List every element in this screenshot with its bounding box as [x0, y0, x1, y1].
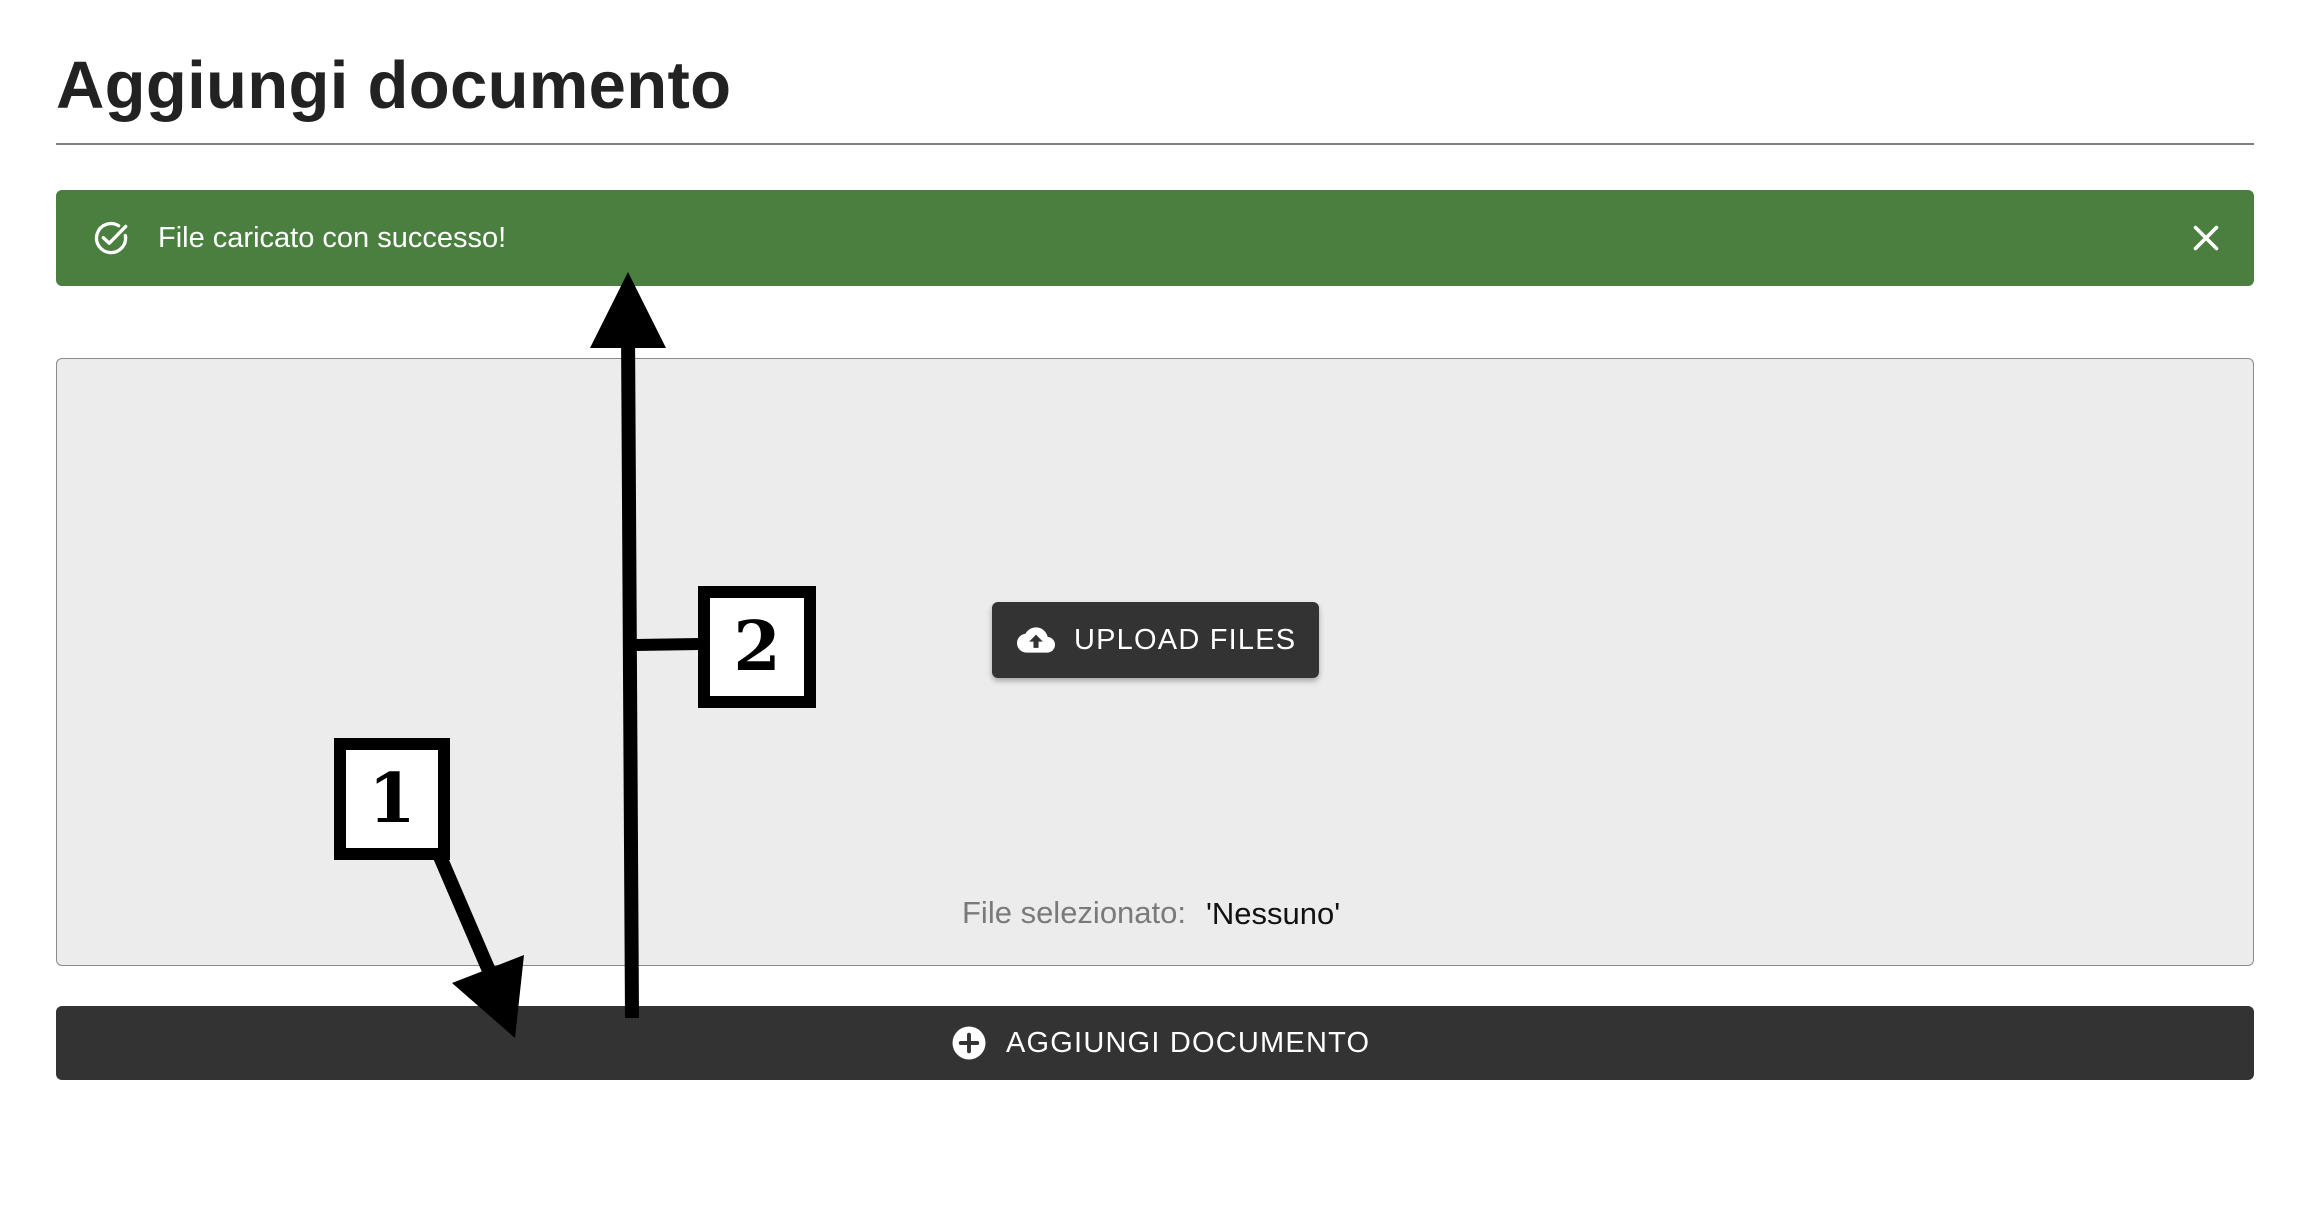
check-circle-icon — [94, 221, 128, 255]
plus-circle-icon — [952, 1026, 986, 1060]
add-document-button[interactable]: AGGIUNGI DOCUMENTO — [56, 1006, 2254, 1080]
selected-file-label: File selezionato: — [962, 895, 1187, 930]
add-document-label: AGGIUNGI DOCUMENTO — [1006, 1027, 1371, 1059]
upload-files-label: UPLOAD FILES — [1074, 624, 1297, 656]
close-icon[interactable] — [2188, 220, 2224, 256]
cloud-upload-icon — [1017, 627, 1055, 653]
upload-files-button[interactable]: UPLOAD FILES — [992, 602, 1319, 678]
callout-2: 2 — [698, 586, 816, 708]
success-alert: File caricato con successo! — [56, 190, 2254, 286]
alert-message: File caricato con successo! — [158, 222, 507, 254]
title-divider — [56, 143, 2254, 145]
selected-file-value: 'Nessuno' — [1206, 896, 1341, 931]
callout-1: 1 — [334, 738, 450, 860]
page: Aggiungi documento File caricato con suc… — [0, 0, 2302, 1226]
page-title: Aggiungi documento — [56, 48, 732, 123]
